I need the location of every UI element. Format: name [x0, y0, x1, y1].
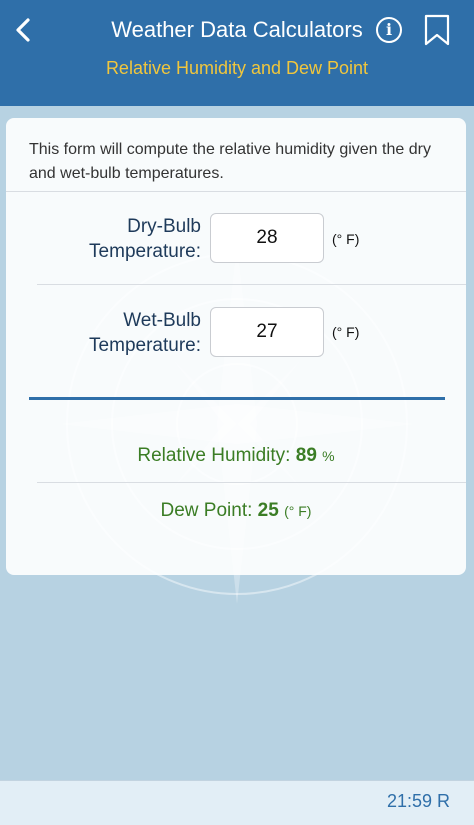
- dp-label: Dew Point:: [160, 500, 253, 521]
- wet-bulb-unit: (° F): [332, 324, 360, 340]
- wet-bulb-label: Wet-Bulb Temperature:: [89, 310, 201, 356]
- dry-bulb-unit: (° F): [332, 231, 360, 247]
- rh-label: Relative Humidity:: [137, 445, 291, 466]
- wet-bulb-input[interactable]: 27: [210, 307, 324, 357]
- info-button[interactable]: i: [376, 17, 402, 43]
- clock-text: 21:59 R: [386, 791, 450, 811]
- dry-bulb-input[interactable]: 28: [210, 213, 324, 263]
- info-circle-icon: i: [385, 20, 393, 39]
- dp-value: 25: [257, 500, 279, 521]
- bookmark-button[interactable]: [424, 14, 450, 46]
- rh-unit: %: [322, 448, 335, 464]
- page-title: Weather Data Calculators: [111, 17, 363, 42]
- results-divider: [29, 397, 445, 400]
- rh-value: 89: [295, 445, 317, 466]
- bookmark-icon: [424, 14, 450, 46]
- separator: [37, 482, 466, 483]
- relative-humidity-result: Relative Humidity: 89 %: [6, 445, 466, 467]
- separator: [6, 191, 466, 192]
- dp-unit: (° F): [284, 503, 312, 519]
- dry-bulb-label: Dry-Bulb Temperature:: [89, 216, 201, 262]
- separator: [37, 284, 466, 285]
- page-subtitle: Relative Humidity and Dew Point: [105, 58, 369, 78]
- status-footer: 21:59 R: [0, 780, 474, 825]
- calculator-card: This form will compute the relative humi…: [6, 118, 466, 575]
- dew-point-result: Dew Point: 25 (° F): [6, 500, 466, 522]
- app-header: Weather Data Calculators i Relative Humi…: [0, 0, 474, 106]
- intro-text: This form will compute the relative humi…: [29, 141, 431, 182]
